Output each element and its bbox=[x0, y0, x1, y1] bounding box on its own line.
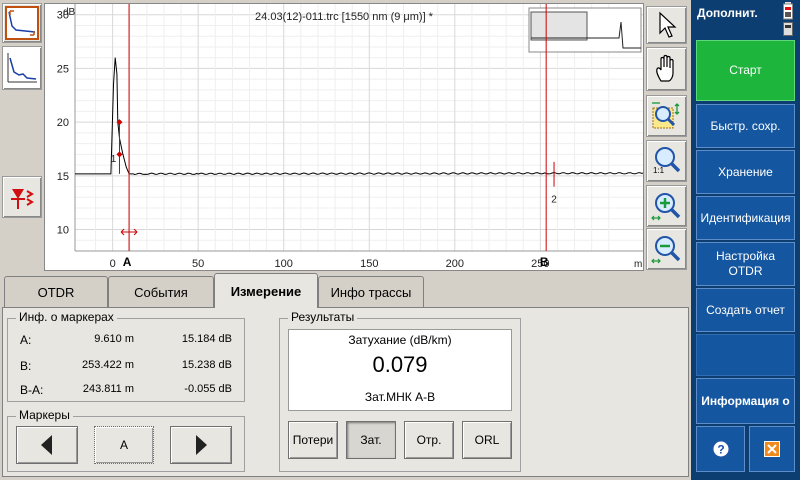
create-report-button[interactable]: Создать отчет bbox=[696, 288, 795, 332]
marker-a-level: 15.184 dB bbox=[181, 333, 232, 345]
trace-title: 24.03(12)-011.trc [1550 nm (9 μm)] * bbox=[255, 11, 433, 23]
event-1-label: 1 bbox=[111, 154, 117, 165]
start-button[interactable]: Старт bbox=[696, 40, 795, 101]
storage-button[interactable]: Хранение bbox=[696, 150, 795, 194]
close-icon bbox=[764, 441, 780, 457]
marker-ba-label: B-A: bbox=[20, 383, 44, 397]
orl-button[interactable]: ORL bbox=[462, 421, 512, 459]
trace-overview-button[interactable] bbox=[2, 46, 42, 90]
result-measure-label: Затухание (dB/km) bbox=[348, 333, 452, 347]
zoom-in-icon bbox=[650, 193, 680, 221]
zoom-region-button[interactable] bbox=[646, 95, 687, 137]
sidebar: Дополнит. Старт Быстр. сохр. Хранение Ид… bbox=[691, 0, 800, 480]
y-tick-label: 20 bbox=[57, 117, 69, 129]
trace-overview-icon bbox=[7, 53, 37, 83]
sidebar-header: Дополнит. bbox=[697, 6, 758, 20]
event-1-end-dot bbox=[116, 151, 123, 158]
x-unit-label: m bbox=[634, 259, 643, 270]
pointer-button[interactable] bbox=[646, 6, 687, 44]
pointer-icon bbox=[658, 11, 677, 38]
y-unit-label: dB bbox=[63, 7, 76, 18]
marker-prev-button[interactable] bbox=[16, 426, 78, 464]
results-display: Затухание (dB/km) 0.079 Зат.МНК А-В bbox=[288, 329, 512, 411]
trace-plot[interactable]: 30252015100 50 100 150 200 250A B12 bbox=[45, 4, 643, 270]
marker-b-distance: 253.422 m bbox=[82, 359, 134, 371]
marker-b-label: B bbox=[540, 255, 549, 269]
markers-group: Маркеры A bbox=[7, 408, 245, 472]
otdr-setup-button[interactable]: Настройка OTDR bbox=[696, 242, 795, 286]
marker-select-button[interactable]: A bbox=[94, 426, 154, 464]
tab-measurement[interactable]: Измерение bbox=[214, 273, 318, 308]
markers-title: Маркеры bbox=[16, 408, 73, 422]
result-method: Зат.МНК А-В bbox=[364, 390, 436, 404]
x-tick-label: 150 bbox=[360, 258, 378, 270]
zoom-out-icon bbox=[650, 236, 680, 264]
zoom-full-button[interactable] bbox=[2, 3, 42, 43]
marker-a-label: A: bbox=[20, 333, 32, 347]
identification-button[interactable]: Идентификация bbox=[696, 196, 795, 240]
arrow-right-icon bbox=[196, 435, 207, 455]
x-tick-label: 100 bbox=[275, 258, 293, 270]
hand-pan-icon bbox=[655, 54, 674, 82]
event-marker-icon bbox=[11, 189, 34, 209]
marker-b-label: B: bbox=[20, 359, 32, 373]
y-tick-label: 10 bbox=[57, 225, 69, 237]
marker-ba-level: -0.055 dB bbox=[184, 383, 232, 395]
info-button[interactable]: Информация о bbox=[696, 378, 795, 424]
zoom-1to1-caption: 1:1 bbox=[653, 166, 665, 175]
results-title: Результаты bbox=[288, 310, 358, 324]
tab-otdr[interactable]: OTDR bbox=[4, 276, 108, 307]
measurement-panel: Инф. о маркерах A: 9.610 m 15.184 dB B: … bbox=[2, 307, 689, 477]
trace-chart[interactable]: 30 25 20 15 10 0 50 100 150 200 250 A B 1 2 24.03(12)-… bbox=[44, 3, 644, 271]
close-button[interactable] bbox=[749, 426, 795, 472]
attenuation-button[interactable]: Зат. bbox=[346, 421, 396, 459]
x-tick-label: 200 bbox=[446, 258, 464, 270]
marker-a-distance: 9.610 m bbox=[94, 333, 134, 345]
y-tick-label: 25 bbox=[57, 63, 69, 75]
battery-icon bbox=[783, 2, 793, 20]
tab-trace-info[interactable]: Инфо трассы bbox=[318, 276, 424, 307]
results-group: Результаты Затухание (dB/km) 0.079 Зат.М… bbox=[279, 310, 521, 472]
marker-a-label: A bbox=[123, 255, 132, 269]
help-icon: ? bbox=[712, 440, 729, 458]
marker-info-title: Инф. о маркерах bbox=[16, 310, 117, 324]
result-value: 0.079 bbox=[372, 352, 428, 377]
reflectance-button[interactable]: Отр. bbox=[404, 421, 454, 459]
quick-save-button[interactable]: Быстр. сохр. bbox=[696, 104, 795, 148]
y-tick-label: 15 bbox=[57, 171, 69, 183]
zoom-region-icon bbox=[651, 102, 679, 129]
marker-b-level: 15.238 dB bbox=[181, 359, 232, 371]
x-tick-label: 50 bbox=[192, 258, 204, 270]
marker-info-group: Инф. о маркерах A: 9.610 m 15.184 dB B: … bbox=[7, 310, 245, 402]
help-button[interactable]: ? bbox=[696, 426, 745, 472]
loss-button[interactable]: Потери bbox=[288, 421, 338, 459]
sidebar-spacer bbox=[696, 334, 795, 376]
zoom-full-icon bbox=[5, 6, 39, 40]
marker-ba-distance: 243.811 m bbox=[82, 383, 134, 395]
marker-next-button[interactable] bbox=[170, 426, 232, 464]
event-marker-button[interactable] bbox=[2, 176, 42, 218]
zoom-1to1-button[interactable]: 1:1 bbox=[646, 140, 687, 182]
scroll-indicator-icon bbox=[783, 22, 793, 36]
x-tick-label: 0 bbox=[110, 258, 116, 270]
event-2-label: 2 bbox=[551, 195, 557, 206]
zoom-out-button[interactable] bbox=[646, 228, 687, 270]
svg-text:?: ? bbox=[717, 443, 724, 457]
hand-pan-button[interactable] bbox=[646, 47, 687, 91]
tab-events[interactable]: События bbox=[108, 276, 214, 307]
arrow-left-icon bbox=[41, 435, 52, 455]
zoom-in-button[interactable] bbox=[646, 185, 687, 227]
